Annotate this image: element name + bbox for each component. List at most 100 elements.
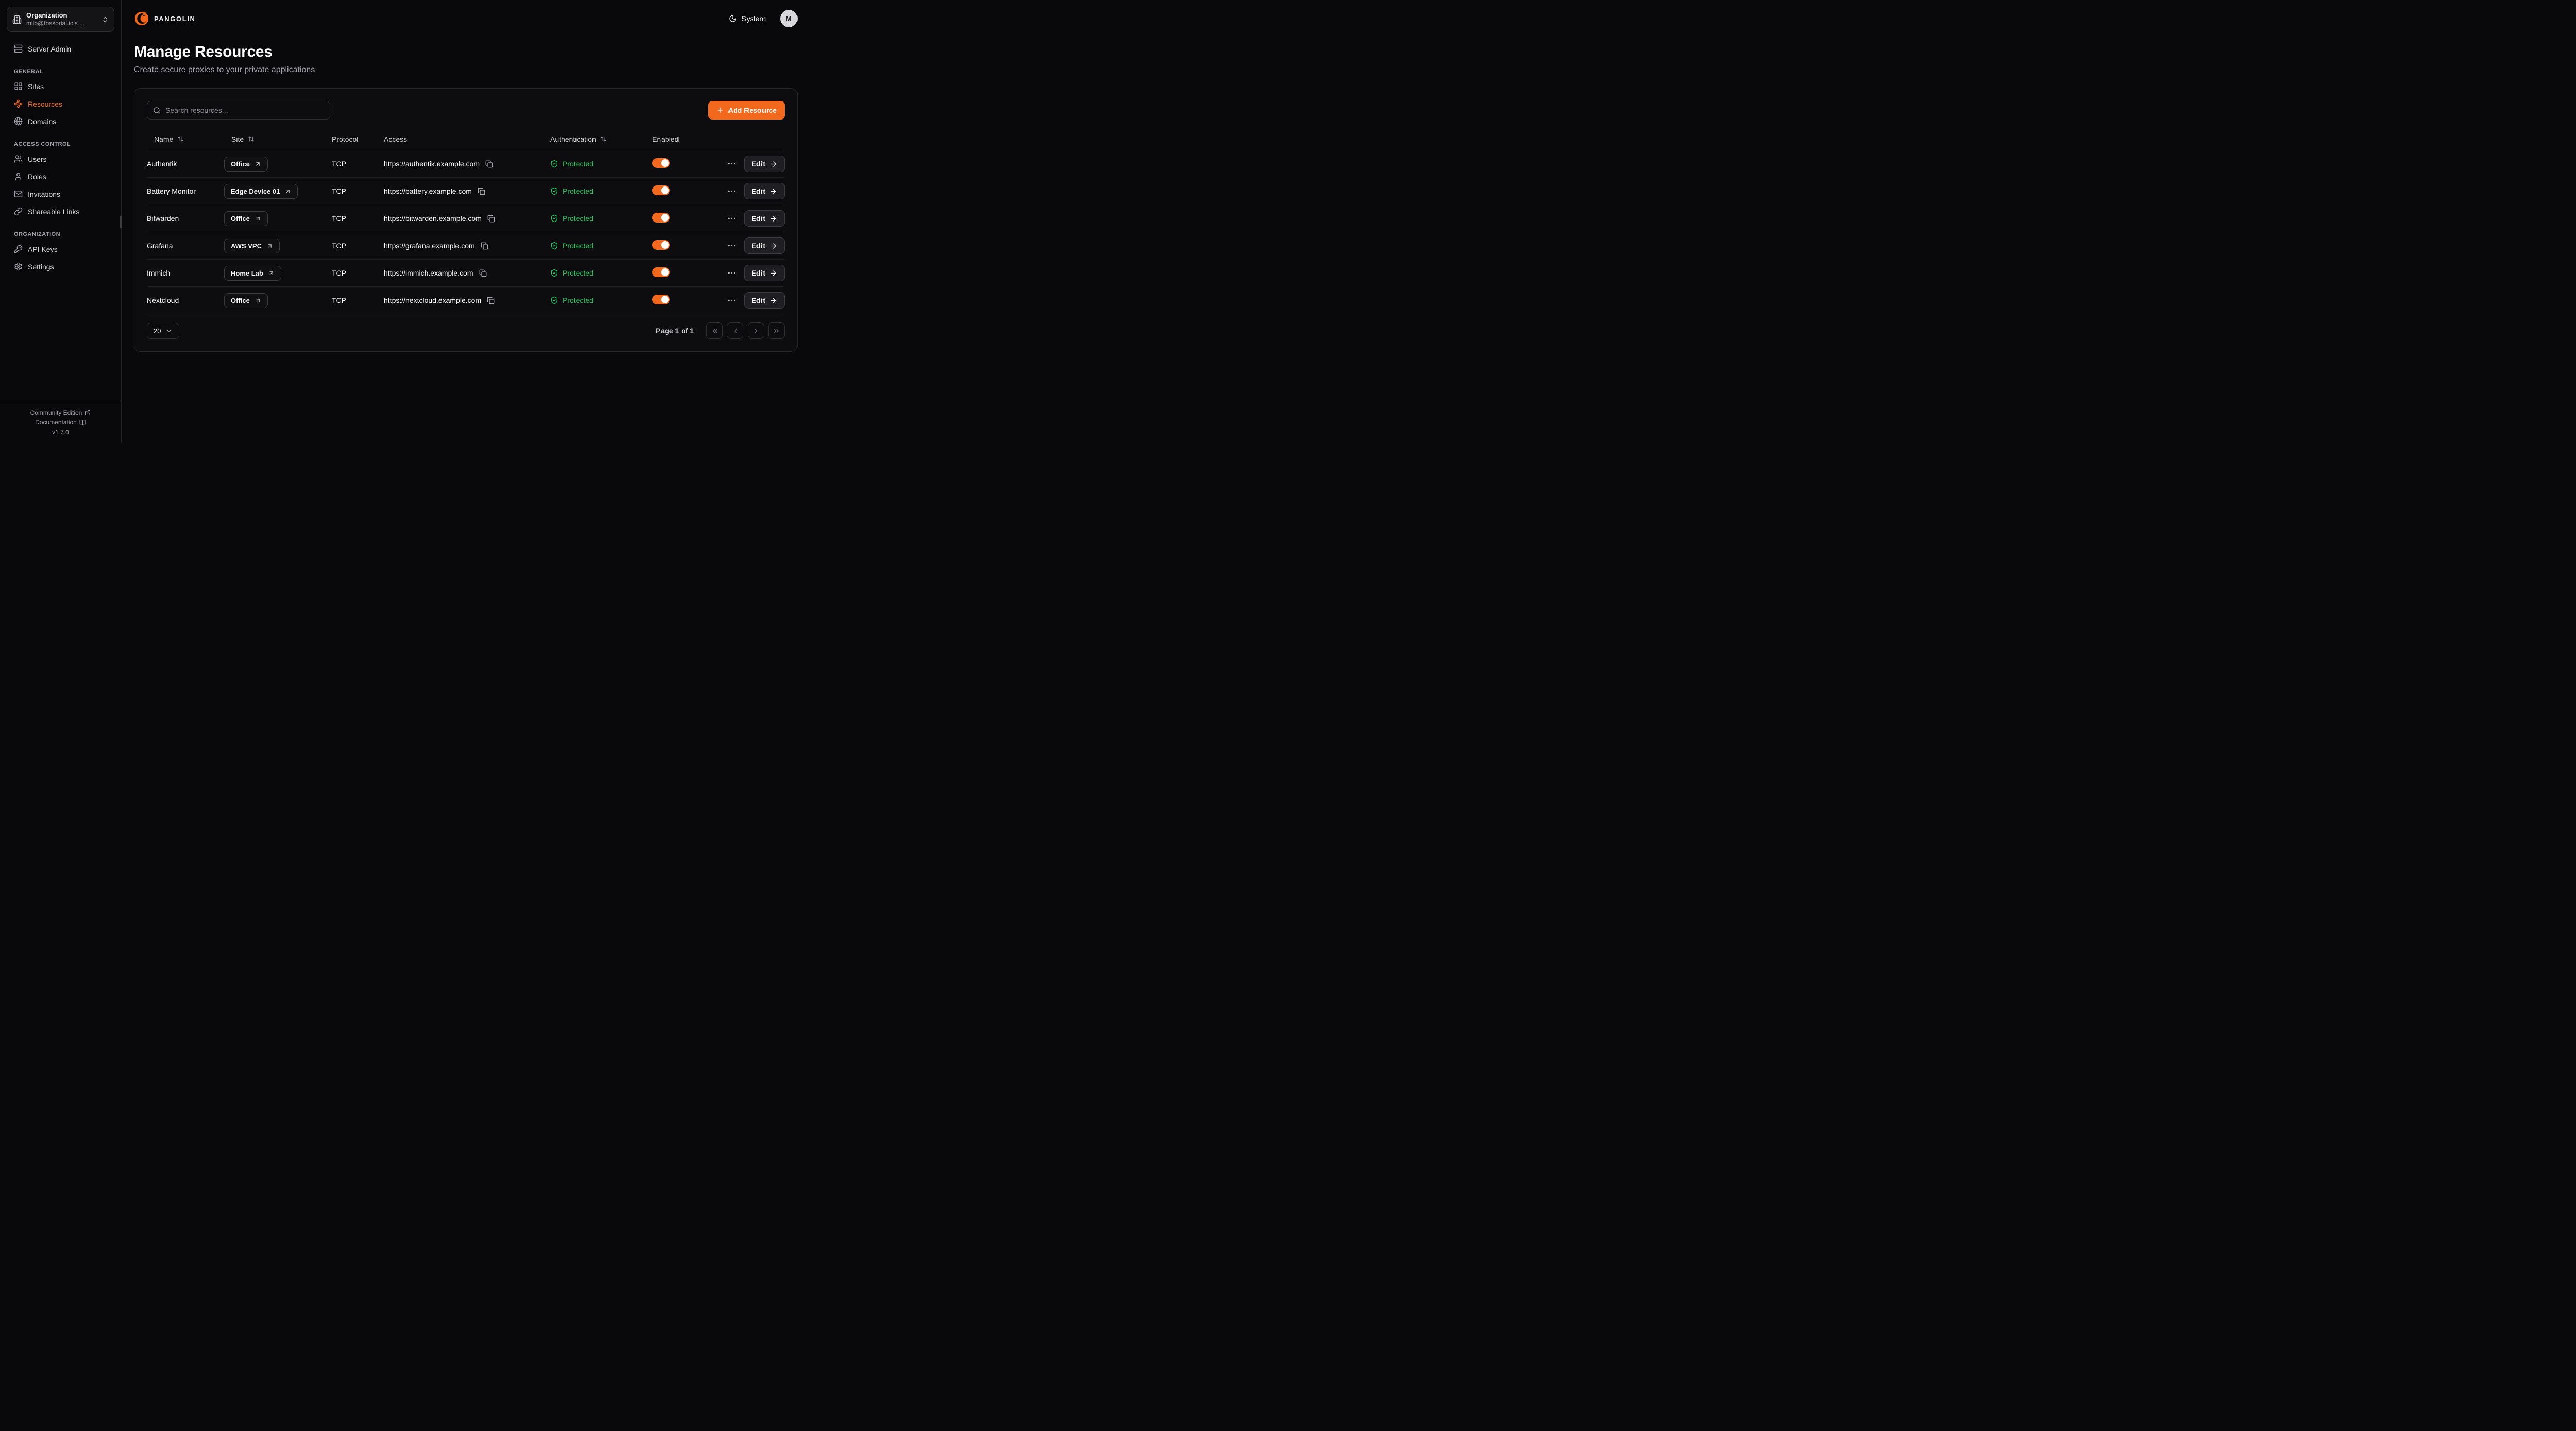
sidebar-item-settings[interactable]: Settings bbox=[7, 258, 114, 275]
page-subtitle: Create secure proxies to your private ap… bbox=[134, 65, 798, 75]
sidebar-item-domains[interactable]: Domains bbox=[7, 113, 114, 130]
sites-icon bbox=[14, 82, 23, 91]
shield-check-icon bbox=[550, 296, 558, 304]
arrow-right-icon bbox=[770, 242, 777, 250]
resource-name: Bitwarden bbox=[147, 214, 224, 223]
sidebar-item-resources[interactable]: Resources bbox=[7, 95, 114, 112]
enabled-toggle[interactable] bbox=[652, 185, 670, 195]
search-input[interactable] bbox=[165, 106, 324, 114]
row-menu-button[interactable] bbox=[726, 295, 737, 306]
resource-name: Battery Monitor bbox=[147, 187, 224, 195]
copy-button[interactable] bbox=[484, 159, 494, 169]
resource-name: Grafana bbox=[147, 242, 224, 250]
edit-button[interactable]: Edit bbox=[744, 183, 785, 199]
row-menu-button[interactable] bbox=[726, 185, 737, 197]
site-name: Office bbox=[231, 160, 250, 168]
sort-header-site[interactable]: Site bbox=[224, 131, 262, 147]
row-menu-button[interactable] bbox=[726, 240, 737, 251]
enabled-toggle[interactable] bbox=[652, 158, 670, 168]
site-link-button[interactable]: Home Lab bbox=[224, 266, 281, 281]
copy-icon bbox=[485, 160, 493, 168]
copy-button[interactable] bbox=[477, 186, 486, 196]
enabled-toggle[interactable] bbox=[652, 213, 670, 223]
sidebar-section-general: GENERAL bbox=[14, 69, 114, 75]
documentation-link[interactable]: Documentation bbox=[35, 419, 86, 426]
sidebar-resize-handle[interactable] bbox=[120, 216, 122, 228]
copy-button[interactable] bbox=[486, 296, 496, 305]
enabled-toggle[interactable] bbox=[652, 240, 670, 250]
sidebar-item-server-admin[interactable]: Server Admin bbox=[7, 40, 114, 57]
arrow-up-right-icon bbox=[255, 161, 261, 167]
chevrons-left-icon bbox=[711, 327, 719, 335]
previous-page-button[interactable] bbox=[727, 322, 743, 339]
theme-toggle-button[interactable]: System bbox=[728, 14, 766, 23]
site-link-button[interactable]: Office bbox=[224, 211, 268, 226]
org-selector[interactable]: Organization milo@fossorial.io's ... bbox=[7, 7, 114, 32]
last-page-button[interactable] bbox=[768, 322, 785, 339]
sidebar-item-shareable-links[interactable]: Shareable Links bbox=[7, 203, 114, 220]
community-edition-link[interactable]: Community Edition bbox=[30, 409, 91, 416]
edit-button[interactable]: Edit bbox=[744, 265, 785, 281]
edit-button[interactable]: Edit bbox=[744, 156, 785, 172]
avatar[interactable]: M bbox=[780, 10, 798, 27]
site-link-button[interactable]: Edge Device 01 bbox=[224, 184, 298, 199]
protocol: TCP bbox=[332, 187, 384, 195]
sidebar-item-label: Users bbox=[28, 155, 47, 163]
ellipsis-icon bbox=[727, 214, 736, 223]
sidebar: Organization milo@fossorial.io's ... Ser… bbox=[0, 0, 122, 442]
edit-button[interactable]: Edit bbox=[744, 237, 785, 254]
auth-status: Protected bbox=[550, 269, 652, 277]
site-link-button[interactable]: Office bbox=[224, 293, 268, 308]
protocol: TCP bbox=[332, 242, 384, 250]
copy-button[interactable] bbox=[478, 268, 488, 278]
site-link-button[interactable]: AWS VPC bbox=[224, 238, 280, 253]
copy-button[interactable] bbox=[486, 214, 496, 224]
resources-icon bbox=[14, 99, 23, 108]
protocol: TCP bbox=[332, 214, 384, 223]
row-menu-button[interactable] bbox=[726, 213, 737, 224]
sort-header-name[interactable]: Name bbox=[147, 131, 191, 147]
page-size-select[interactable]: 20 bbox=[147, 323, 179, 339]
sidebar-item-users[interactable]: Users bbox=[7, 150, 114, 167]
copy-icon bbox=[487, 297, 495, 304]
edit-button[interactable]: Edit bbox=[744, 292, 785, 309]
sidebar-item-sites[interactable]: Sites bbox=[7, 78, 114, 95]
chevron-down-icon bbox=[165, 327, 173, 334]
chevron-right-icon bbox=[752, 327, 760, 335]
arrow-up-right-icon bbox=[284, 188, 291, 195]
row-menu-button[interactable] bbox=[726, 158, 737, 169]
sidebar-item-api-keys[interactable]: API Keys bbox=[7, 241, 114, 258]
first-page-button[interactable] bbox=[706, 322, 723, 339]
site-name: Office bbox=[231, 297, 250, 304]
access-url: https://bitwarden.example.com bbox=[384, 214, 482, 223]
server-icon bbox=[14, 44, 23, 53]
enabled-toggle[interactable] bbox=[652, 295, 670, 304]
shield-check-icon bbox=[550, 269, 558, 277]
pangolin-logo-icon bbox=[134, 11, 149, 26]
next-page-button[interactable] bbox=[748, 322, 764, 339]
external-link-icon bbox=[84, 410, 91, 416]
sidebar-section-access-control: ACCESS CONTROL bbox=[14, 141, 114, 147]
sidebar-item-roles[interactable]: Roles bbox=[7, 168, 114, 185]
table-row: Bitwarden Office TCP https://bitwarden.e… bbox=[147, 205, 785, 232]
edit-button[interactable]: Edit bbox=[744, 210, 785, 227]
app-logo[interactable]: PANGOLIN bbox=[134, 11, 195, 26]
page-indicator: Page 1 of 1 bbox=[656, 327, 694, 335]
table-row: Nextcloud Office TCP https://nextcloud.e… bbox=[147, 287, 785, 314]
add-resource-button[interactable]: Add Resource bbox=[708, 101, 785, 120]
sidebar-section-organization: ORGANIZATION bbox=[14, 231, 114, 237]
resource-name: Authentik bbox=[147, 160, 224, 168]
sort-header-authentication[interactable]: Authentication bbox=[550, 131, 607, 147]
chevrons-up-down-icon bbox=[101, 16, 109, 23]
key-icon bbox=[14, 245, 23, 253]
sidebar-item-label: API Keys bbox=[28, 245, 58, 253]
site-link-button[interactable]: Office bbox=[224, 157, 268, 172]
row-menu-button[interactable] bbox=[726, 267, 737, 279]
building-icon bbox=[12, 15, 22, 24]
copy-button[interactable] bbox=[480, 241, 489, 251]
page-title: Manage Resources bbox=[134, 43, 798, 61]
sidebar-item-label: Server Admin bbox=[28, 45, 71, 53]
enabled-toggle[interactable] bbox=[652, 267, 670, 277]
documentation-label: Documentation bbox=[35, 419, 77, 426]
sidebar-item-invitations[interactable]: Invitations bbox=[7, 185, 114, 202]
